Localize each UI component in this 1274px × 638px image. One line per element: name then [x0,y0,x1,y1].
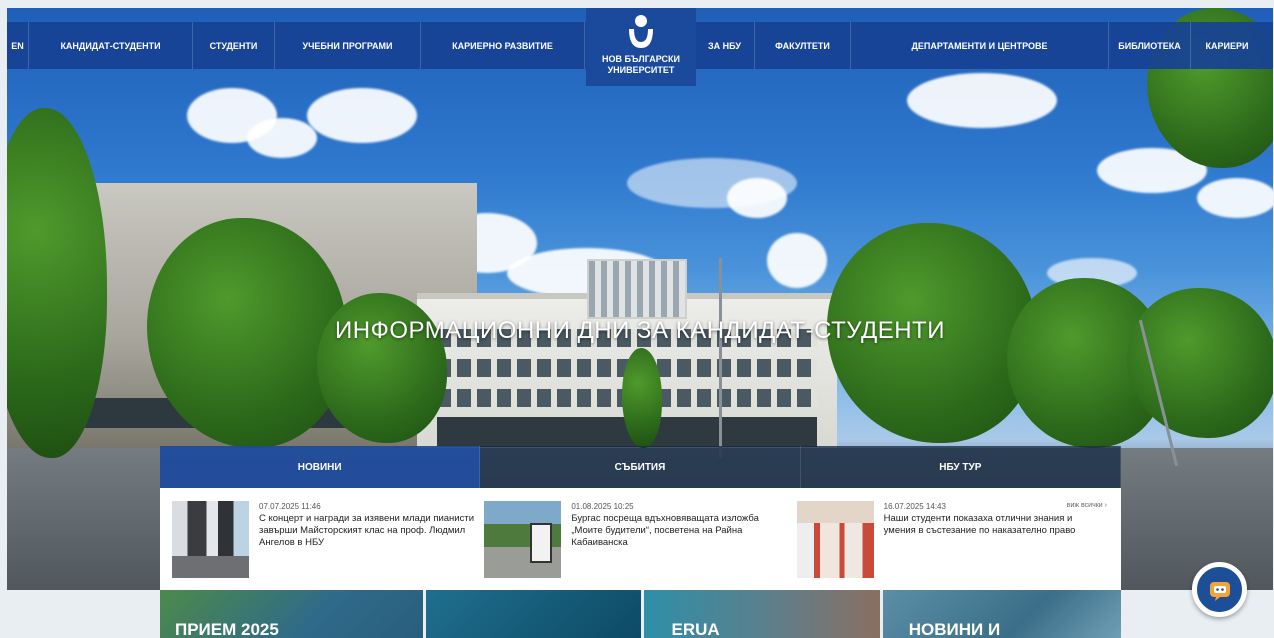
news-item[interactable]: 07.07.2025 11:46 С концерт и награди за … [172,501,484,591]
nav-item-careers[interactable]: Кариери [1191,22,1263,69]
cloud [727,178,787,218]
card-label: ПРИЕМ 2025 [175,620,279,638]
news-item[interactable]: 01.08.2025 10:25 Бургас посреща вдъхновя… [484,501,796,591]
chatbot-button[interactable] [1192,562,1247,617]
hero-title[interactable]: ИНФОРМАЦИОННИ ДНИ ЗА КАНДИДАТ-СТУДЕНТИ [7,317,1273,345]
nav-item-library[interactable]: Библиотека [1109,22,1191,69]
card-news[interactable]: НОВИНИ И [882,590,1121,638]
news-item[interactable]: 16.07.2025 14:43 Наши студенти показаха … [796,501,1109,591]
news-title[interactable]: Бургас посреща вдъхновяващата изложба „М… [571,513,788,549]
nav-item-study-programs[interactable]: Учебни програми [275,22,421,69]
page: ИНФОРМАЦИОННИ ДНИ ЗА КАНДИДАТ-СТУДЕНТИ E… [0,0,1274,638]
street-lamp [719,258,722,458]
card-label: НОВИНИ И [908,620,1001,638]
nav-item-students[interactable]: Студенти [193,22,275,69]
logo-mark-icon [629,15,653,48]
tree [7,108,107,458]
nbu-logo[interactable]: НОВ БЪЛГАРСКИ УНИВЕРСИТЕТ [586,8,696,86]
nav-item-departments[interactable]: Департаменти и центрове [851,22,1109,69]
news-title[interactable]: Наши студенти показаха отлични знания и … [884,513,1101,537]
card-promo[interactable] [426,590,641,638]
logo-text: НОВ БЪЛГАРСКИ УНИВЕРСИТЕТ [602,54,680,76]
news-thumbnail [484,501,562,578]
news-title[interactable]: С концерт и награди за изявени млади пиа… [259,513,476,549]
building-tower [587,259,687,319]
card-erua[interactable]: ERUA [643,590,880,638]
logo-line-2: УНИВЕРСИТЕТ [607,65,675,75]
news-date: 07.07.2025 11:46 [259,502,321,511]
nav-item-candidate-students[interactable]: Кандидат-студенти [29,22,193,69]
card-admission[interactable]: ПРИЕМ 2025 [160,590,424,638]
see-all-link[interactable]: виж всички › [1067,502,1107,509]
tab-events[interactable]: СЪБИТИЯ [480,446,801,488]
news-date: 01.08.2025 10:25 [571,502,634,511]
cloud [247,118,317,158]
nav-item-career-development[interactable]: Кариерно развитие [421,22,585,69]
news-thumbnail [172,501,249,578]
tab-nbu-tour[interactable]: НБУ ТУР [800,446,1121,488]
logo-line-1: НОВ БЪЛГАРСКИ [601,54,681,64]
cloud [907,73,1057,128]
tab-news[interactable]: НОВИНИ [160,446,481,488]
tree [622,348,662,448]
news-panel: 07.07.2025 11:46 С концерт и награди за … [160,488,1121,591]
nav-item-about[interactable]: За НБУ [695,22,755,69]
cloud [1197,178,1273,218]
nav-item-faculties[interactable]: Факултети [755,22,851,69]
language-switch[interactable]: EN [7,22,29,69]
news-tabs: НОВИНИ СЪБИТИЯ НБУ ТУР [160,446,1121,488]
chatbot-icon [1209,581,1230,601]
feature-cards: ПРИЕМ 2025 ERUA НОВИНИ И [160,590,1121,638]
cloud [307,88,417,143]
card-label: ERUA [671,620,720,638]
cloud [767,233,827,288]
news-thumbnail [796,501,874,578]
